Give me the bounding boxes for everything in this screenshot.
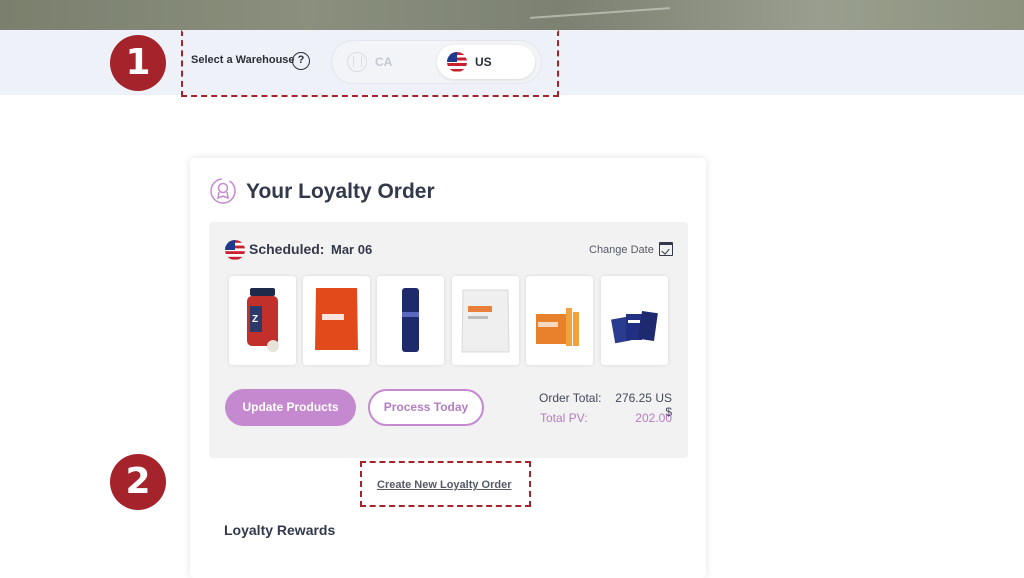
total-pv-value: 202.00 xyxy=(635,411,672,425)
scheduled-date: Mar 06 xyxy=(331,242,373,257)
scheduled-label: Scheduled: xyxy=(249,241,325,257)
product-thumbnail[interactable] xyxy=(526,276,593,365)
calendar-icon[interactable] xyxy=(659,242,673,256)
hero-image-strip xyxy=(0,0,1024,30)
product-thumbnail[interactable]: Z xyxy=(229,276,296,365)
canada-flag-icon xyxy=(347,52,367,72)
help-icon[interactable]: ? xyxy=(292,52,310,70)
sleep-supplement-bottle-icon: Z xyxy=(247,288,279,352)
orange-box-with-sticks-icon xyxy=(536,308,579,346)
process-today-button[interactable]: Process Today xyxy=(368,389,484,426)
warehouse-label: Select a Warehouse xyxy=(191,54,295,66)
product-thumbnail[interactable] xyxy=(601,276,668,365)
step-1-badge: 1 xyxy=(110,35,166,91)
warehouse-option-label: US xyxy=(475,55,492,69)
step-2-badge: 2 xyxy=(110,454,166,510)
blue-sachet-packets-icon xyxy=(611,311,658,344)
usa-flag-icon xyxy=(447,52,467,72)
product-thumbnail[interactable] xyxy=(452,276,519,365)
loyalty-order-title: Your Loyalty Order xyxy=(246,180,435,203)
warehouse-option-us[interactable]: US xyxy=(437,45,535,79)
orange-supplement-pouch-icon xyxy=(315,288,358,350)
warehouse-option-ca[interactable]: CA xyxy=(337,45,427,79)
warehouse-toggle: CA US xyxy=(331,40,542,84)
loyalty-award-icon xyxy=(210,178,236,204)
change-date-link[interactable]: Change Date xyxy=(589,244,654,256)
white-supplement-pouch-icon xyxy=(461,289,510,353)
create-new-loyalty-order-link[interactable]: Create New Loyalty Order xyxy=(377,479,512,491)
loyalty-rewards-heading: Loyalty Rewards xyxy=(224,522,336,538)
product-thumbnail[interactable] xyxy=(377,276,444,365)
svg-text:Z: Z xyxy=(252,314,258,325)
product-thumbnail[interactable] xyxy=(303,276,370,365)
total-pv-label: Total PV: xyxy=(540,411,588,425)
navy-tube-icon xyxy=(402,288,419,352)
usa-flag-icon xyxy=(225,240,245,260)
warehouse-option-label: CA xyxy=(375,55,393,69)
update-products-button[interactable]: Update Products xyxy=(225,389,356,426)
order-total-label: Order Total: xyxy=(539,391,602,405)
